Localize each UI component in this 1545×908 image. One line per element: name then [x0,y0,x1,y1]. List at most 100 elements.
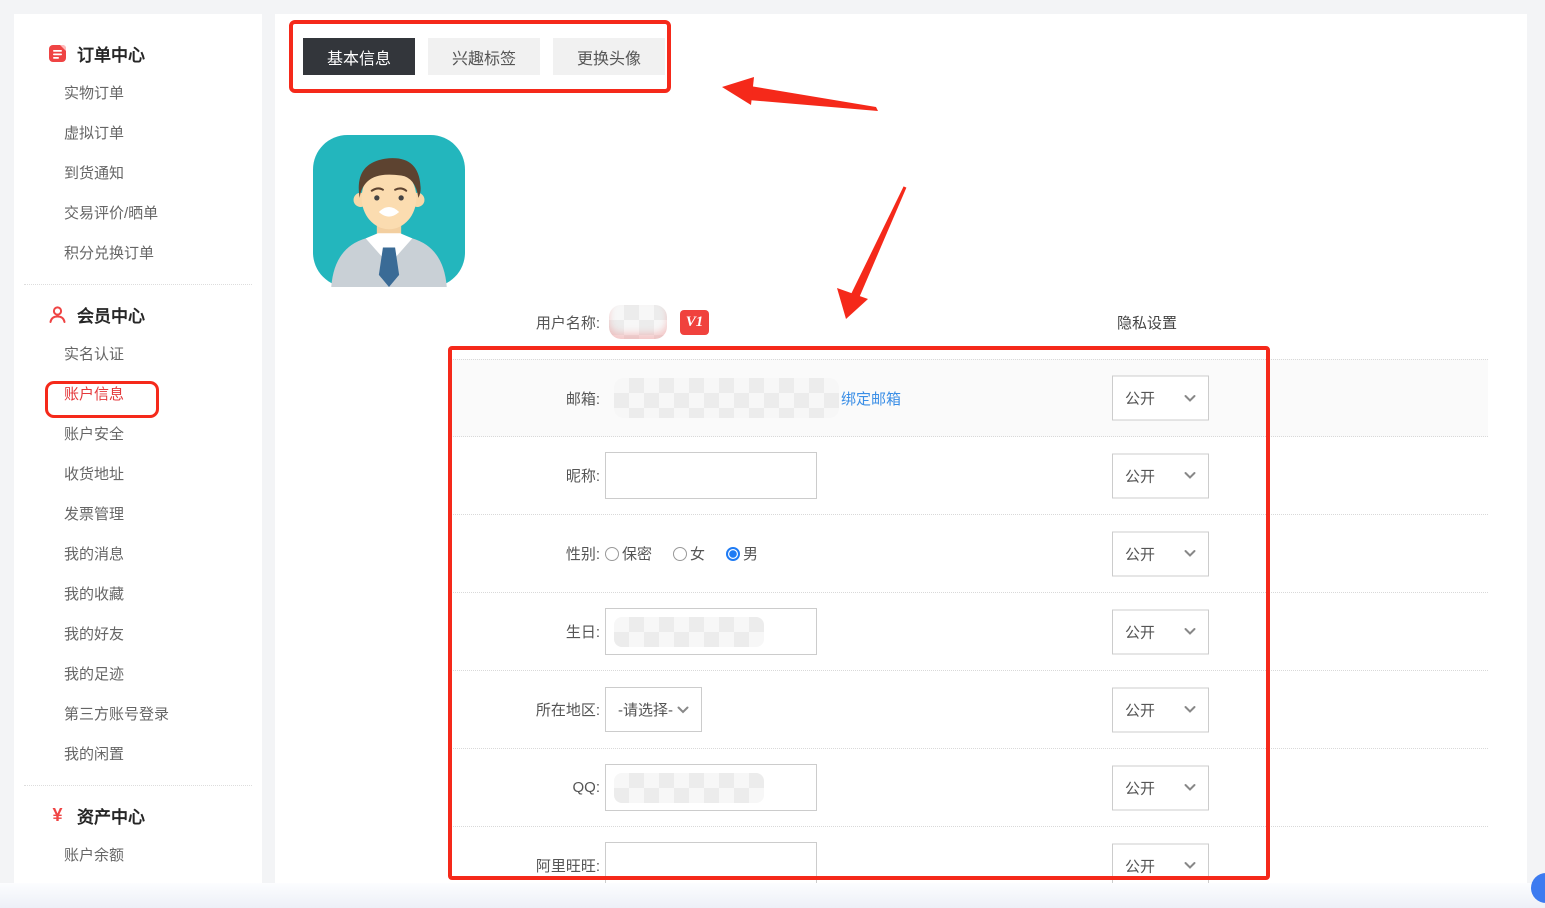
field-value-area: -请选择- [605,687,702,732]
sidebar-item[interactable]: 到货通知 [14,154,262,194]
form-row: 邮箱: 绑定邮箱 公开 [450,359,1488,437]
form-row: 昵称: 公开 [450,437,1488,515]
radio-option[interactable]: 保密 [605,543,652,564]
main-content: 基本信息兴趣标签更换头像 用户名称: V1 隐私设置 邮箱:绑定邮箱公开昵称:公… [275,14,1527,883]
privacy-select-value: 公开 [1125,777,1155,798]
field-value-area: 保密 女 男 [605,543,758,564]
username-label: 用户名称: [450,312,600,333]
user-avatar [313,135,465,287]
privacy-select-value: 公开 [1125,543,1155,564]
tab[interactable]: 兴趣标签 [428,38,540,75]
privacy-select[interactable]: 公开 [1112,376,1209,421]
tab-active[interactable]: 基本信息 [303,38,415,75]
sidebar-item[interactable]: 我的消息 [14,535,262,575]
field-value-area [605,608,817,655]
form-row: QQ: 公开 [450,749,1488,827]
sidebar-sections: 订单中心实物订单虚拟订单到货通知交易评价/晒单积分兑换订单会员中心实名认证账户信… [14,14,262,876]
privacy-settings-header: 隐私设置 [1117,306,1177,342]
privacy-select[interactable]: 公开 [1112,843,1209,883]
radio-icon [673,547,687,561]
radio-option[interactable]: 女 [673,543,705,564]
field-label: 阿里旺旺: [450,855,600,876]
sidebar-item[interactable]: 积分兑换订单 [14,234,262,274]
sidebar-item[interactable]: 我的闲置 [14,735,262,775]
sidebar-item[interactable]: 我的收藏 [14,575,262,615]
account-info-form: 邮箱:绑定邮箱公开昵称:公开性别:保密女男公开生日:公开所在地区:-请选择-公开… [450,359,1488,883]
bind-email-link[interactable]: 绑定邮箱 [841,388,901,409]
man-avatar-illustration [313,135,465,287]
sidebar-item[interactable]: 交易评价/晒单 [14,194,262,234]
chevron-down-icon [1184,706,1196,714]
sidebar-item[interactable]: 账户余额 [14,836,262,876]
chevron-down-icon [1184,472,1196,480]
sidebar-section-header: 会员中心 [14,293,262,335]
sidebar-item[interactable]: 实物订单 [14,74,262,114]
username-redacted-value [609,305,667,339]
field-value-area: 绑定邮箱 [605,378,901,418]
text-input[interactable] [605,842,817,883]
sidebar-item[interactable]: 账户安全 [14,415,262,455]
privacy-select[interactable]: 公开 [1112,453,1209,498]
radio-icon [605,547,619,561]
form-row: 生日: 公开 [450,593,1488,671]
sidebar-item[interactable]: 我的足迹 [14,655,262,695]
region-select[interactable]: -请选择- [605,687,702,732]
radio-label: 男 [743,543,758,564]
redacted-value [614,773,764,803]
member-icon [48,305,67,324]
privacy-select[interactable]: 公开 [1112,765,1209,810]
sidebar-divider [24,785,252,786]
privacy-select[interactable]: 公开 [1112,609,1209,654]
privacy-select[interactable]: 公开 [1112,687,1209,732]
asset-icon: ¥ [48,806,67,825]
chevron-down-icon [1184,394,1196,402]
field-value-area [605,764,817,811]
text-input[interactable] [605,764,817,811]
sidebar-section-header: 订单中心 [14,32,262,74]
sidebar-section-header: ¥资产中心 [14,794,262,836]
field-label: QQ: [450,779,600,796]
sidebar-divider [24,284,252,285]
chevron-down-icon [1184,784,1196,792]
sidebar-item[interactable]: 发票管理 [14,495,262,535]
chevron-down-icon [1184,862,1196,870]
redacted-value [614,617,764,647]
text-input[interactable] [605,452,817,499]
sidebar-item-active[interactable]: 账户信息 [14,375,262,415]
text-input[interactable] [605,608,817,655]
select-value: -请选择- [618,699,673,720]
field-value-area [605,452,817,499]
chevron-down-icon [677,706,689,714]
sidebar-item[interactable]: 第三方账号登录 [14,695,262,735]
form-row: 所在地区: -请选择- 公开 [450,671,1488,749]
page-bottom-strip [0,883,1545,908]
form-row: 阿里旺旺: 公开 [450,827,1488,883]
tab[interactable]: 更换头像 [553,38,665,75]
tab-bar: 基本信息兴趣标签更换头像 [303,38,665,75]
privacy-select-value: 公开 [1125,699,1155,720]
sidebar-item[interactable]: 实名认证 [14,335,262,375]
radio-icon [726,547,740,561]
sidebar-item[interactable]: 虚拟订单 [14,114,262,154]
sidebar-section-title: 订单中心 [77,41,145,66]
order-icon [48,44,67,63]
sidebar-section-title: 会员中心 [77,302,145,327]
field-label: 邮箱: [450,388,600,409]
sidebar-item[interactable]: 我的好友 [14,615,262,655]
sidebar-item[interactable]: 收货地址 [14,455,262,495]
radio-option-selected[interactable]: 男 [726,543,758,564]
field-value-area [605,842,817,883]
privacy-select-value: 公开 [1125,388,1155,409]
field-label: 性别: [450,543,600,564]
privacy-select-value: 公开 [1125,621,1155,642]
sidebar: 订单中心实物订单虚拟订单到货通知交易评价/晒单积分兑换订单会员中心实名认证账户信… [14,14,262,883]
gender-radio-group: 保密 女 男 [605,543,758,564]
field-label: 生日: [450,621,600,642]
redacted-value [614,378,839,418]
radio-label: 女 [690,543,705,564]
username-row: 用户名称: V1 [450,304,709,340]
privacy-select[interactable]: 公开 [1112,531,1209,576]
privacy-select-value: 公开 [1125,465,1155,486]
field-label: 所在地区: [450,699,600,720]
field-label: 昵称: [450,465,600,486]
